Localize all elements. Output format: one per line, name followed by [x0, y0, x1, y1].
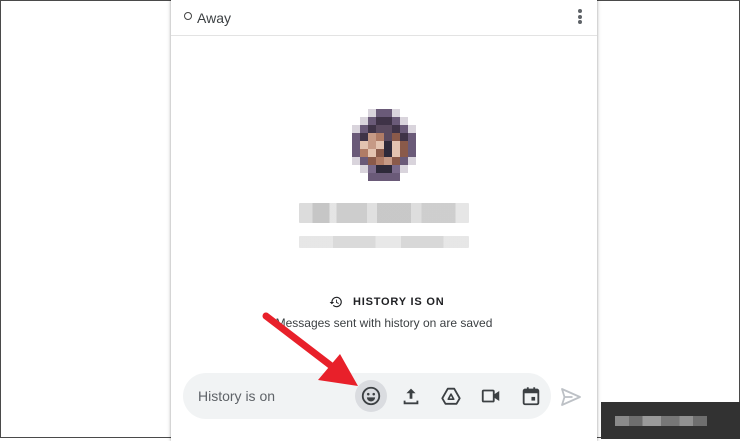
- message-input[interactable]: History is on: [198, 388, 275, 404]
- avatar-pixel: [408, 109, 416, 117]
- avatar-pixel: [352, 141, 360, 149]
- toast-text-redacted: [615, 416, 707, 426]
- avatar-pixel: [392, 157, 400, 165]
- avatar-pixel: [384, 141, 392, 149]
- calendar-button[interactable]: [515, 380, 547, 412]
- avatar-pixel: [384, 133, 392, 141]
- avatar-pixel: [360, 133, 368, 141]
- avatar-pixel: [408, 133, 416, 141]
- emoji-button[interactable]: [355, 380, 387, 412]
- send-icon[interactable]: [559, 385, 583, 409]
- avatar-pixel: [400, 157, 408, 165]
- presence-status[interactable]: Away: [197, 10, 231, 26]
- avatar-pixel: [408, 117, 416, 125]
- avatar-pixel: [352, 173, 360, 181]
- avatar-pixel: [352, 125, 360, 133]
- history-icon: [329, 296, 342, 308]
- avatar-pixel: [376, 125, 384, 133]
- avatar-pixel: [360, 117, 368, 125]
- video-camera-icon: [481, 389, 500, 403]
- avatar-pixel: [384, 117, 392, 125]
- avatar-pixel: [360, 173, 368, 181]
- smiley-icon: [361, 386, 381, 406]
- avatar-pixel: [368, 117, 376, 125]
- avatar-pixel: [352, 133, 360, 141]
- avatar-pixel: [408, 157, 416, 165]
- avatar-pixel: [384, 125, 392, 133]
- avatar-pixel: [376, 109, 384, 117]
- avatar-pixel: [384, 165, 392, 173]
- avatar-pixel: [360, 109, 368, 117]
- history-subtitle: Messages sent with history on are saved: [275, 316, 493, 330]
- avatar-pixel: [384, 149, 392, 157]
- avatar-pixel: [368, 157, 376, 165]
- history-title: HISTORY IS ON: [353, 296, 445, 308]
- avatar-pixel: [384, 173, 392, 181]
- avatar-pixel: [368, 149, 376, 157]
- avatar-pixel: [408, 125, 416, 133]
- avatar-pixel: [360, 141, 368, 149]
- avatar-pixel: [360, 125, 368, 133]
- avatar-pixel: [392, 109, 400, 117]
- history-status: HISTORY IS ON: [329, 295, 445, 309]
- more-vert-icon[interactable]: [572, 9, 588, 27]
- avatar-pixel: [360, 165, 368, 173]
- chat-header: Away: [171, 0, 597, 36]
- avatar: [352, 109, 416, 181]
- avatar-pixel: [360, 149, 368, 157]
- avatar-pixel: [392, 125, 400, 133]
- chat-panel: Away HISTORY IS ON Messages sent with hi…: [171, 0, 597, 441]
- avatar-pixel: [400, 117, 408, 125]
- avatar-pixel: [400, 109, 408, 117]
- upload-icon: [403, 388, 419, 405]
- avatar-pixel: [384, 109, 392, 117]
- avatar-pixel: [392, 133, 400, 141]
- avatar-pixel: [376, 157, 384, 165]
- contact-name-redacted: [299, 203, 469, 223]
- notification-toast: [601, 402, 740, 439]
- avatar-pixel: [376, 141, 384, 149]
- status-circle-icon: [184, 12, 192, 20]
- avatar-pixel: [360, 157, 368, 165]
- avatar-pixel: [392, 141, 400, 149]
- avatar-pixel: [400, 149, 408, 157]
- avatar-pixel: [352, 157, 360, 165]
- message-composer[interactable]: History is on: [183, 373, 551, 419]
- avatar-pixel: [384, 157, 392, 165]
- avatar-pixel: [400, 133, 408, 141]
- avatar-pixel: [400, 165, 408, 173]
- avatar-pixel: [408, 173, 416, 181]
- video-call-button[interactable]: [475, 380, 507, 412]
- avatar-pixel: [376, 165, 384, 173]
- upload-button[interactable]: [395, 380, 427, 412]
- avatar-pixel: [352, 109, 360, 117]
- avatar-pixel: [376, 117, 384, 125]
- drive-icon: [441, 387, 461, 405]
- avatar-pixel: [400, 141, 408, 149]
- drive-button[interactable]: [435, 380, 467, 412]
- avatar-pixel: [408, 149, 416, 157]
- avatar-pixel: [368, 125, 376, 133]
- avatar-pixel: [408, 165, 416, 173]
- avatar-pixel: [392, 117, 400, 125]
- avatar-pixel: [408, 141, 416, 149]
- avatar-pixel: [400, 125, 408, 133]
- avatar-pixel: [392, 149, 400, 157]
- avatar-pixel: [400, 173, 408, 181]
- avatar-pixel: [392, 165, 400, 173]
- avatar-pixel: [376, 149, 384, 157]
- avatar-pixel: [368, 109, 376, 117]
- avatar-pixel: [352, 165, 360, 173]
- contact-email-redacted: [299, 236, 469, 248]
- avatar-pixel: [368, 133, 376, 141]
- avatar-pixel: [368, 141, 376, 149]
- avatar-pixel: [376, 133, 384, 141]
- calendar-icon: [522, 387, 540, 406]
- avatar-pixel: [392, 173, 400, 181]
- avatar-pixel: [376, 173, 384, 181]
- avatar-pixel: [368, 165, 376, 173]
- avatar-pixel: [352, 149, 360, 157]
- avatar-pixel: [368, 173, 376, 181]
- avatar-pixel: [352, 117, 360, 125]
